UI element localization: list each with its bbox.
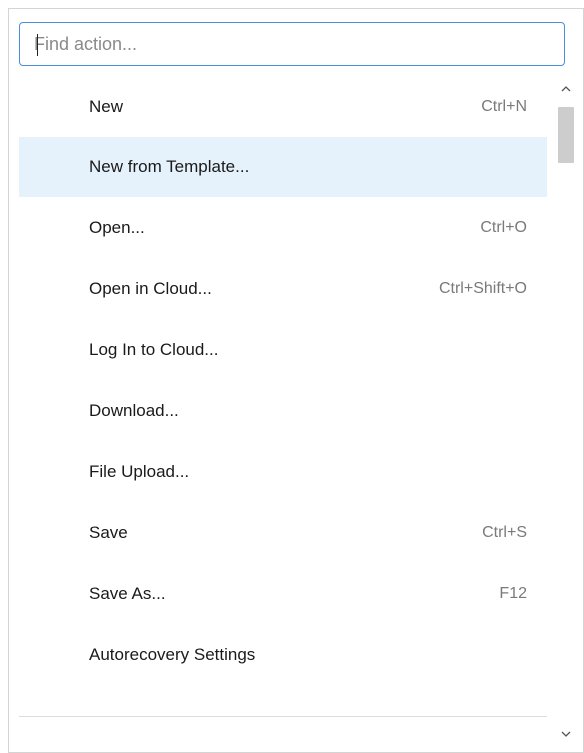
action-item-open-in-cloud[interactable]: Open in Cloud... Ctrl+Shift+O <box>19 259 547 319</box>
action-label: New <box>89 97 124 116</box>
action-shortcut: Ctrl+S <box>482 524 527 541</box>
action-item-download[interactable]: Download... <box>19 381 547 441</box>
chevron-down-icon[interactable] <box>555 722 577 744</box>
action-item-new-from-template[interactable]: New from Template... <box>19 137 547 197</box>
action-label: Download... <box>89 401 179 420</box>
action-item-save[interactable]: Save Ctrl+S <box>19 503 547 563</box>
action-label: Open... <box>89 218 145 237</box>
action-label: Save As... <box>89 584 166 603</box>
action-label: Autorecovery Settings <box>89 645 256 664</box>
search-box[interactable] <box>19 22 565 66</box>
action-shortcut: Ctrl+O <box>480 219 527 236</box>
list-divider <box>19 716 547 717</box>
action-label: Save <box>89 523 128 542</box>
action-label: File Upload... <box>89 462 190 481</box>
scrollbar-thumb[interactable] <box>558 107 574 163</box>
action-shortcut: Ctrl+N <box>481 98 527 115</box>
chevron-up-icon[interactable] <box>555 77 577 99</box>
action-shortcut: Ctrl+Shift+O <box>438 280 527 297</box>
action-item-new[interactable]: New Ctrl+N <box>19 77 547 137</box>
action-item-save-as[interactable]: Save As... F12 <box>19 564 547 624</box>
action-label: Log In to Cloud... <box>89 340 219 359</box>
vertical-scrollbar[interactable] <box>555 77 577 749</box>
find-action-input[interactable] <box>34 23 554 65</box>
action-item-autorecovery-settings[interactable]: Autorecovery Settings <box>19 625 547 685</box>
text-caret <box>37 34 38 56</box>
action-item-log-in-to-cloud[interactable]: Log In to Cloud... <box>19 320 547 380</box>
action-label: Open in Cloud... <box>89 279 212 298</box>
find-action-popup: New Ctrl+N New from Template... Open... … <box>8 8 584 753</box>
action-shortcut: F12 <box>499 585 527 602</box>
action-list: New Ctrl+N New from Template... Open... … <box>9 77 555 707</box>
action-label: New from Template... <box>89 157 250 176</box>
action-item-open[interactable]: Open... Ctrl+O <box>19 198 547 258</box>
action-item-file-upload[interactable]: File Upload... <box>19 442 547 502</box>
